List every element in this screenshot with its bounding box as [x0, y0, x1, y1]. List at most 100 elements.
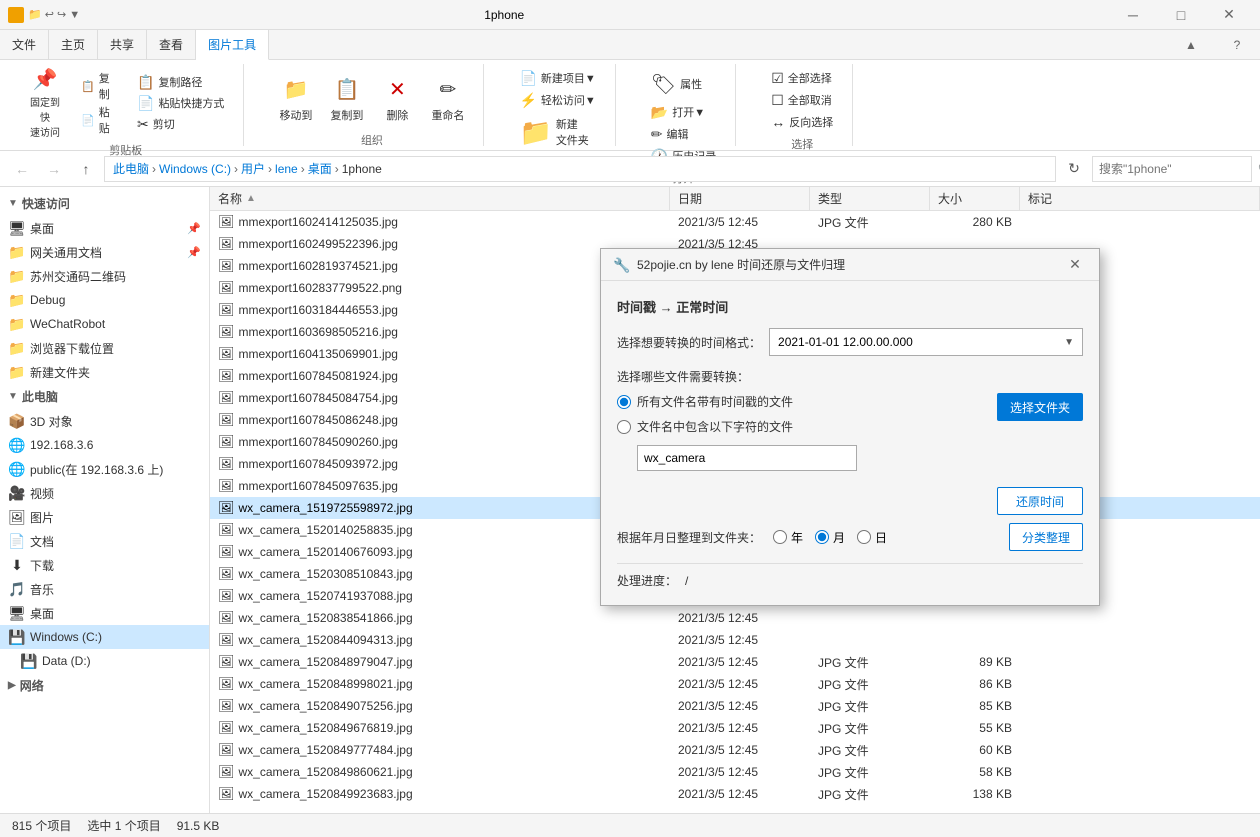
file-row[interactable]: 🖼wx_camera_1520849777484.jpg 2021/3/5 12…: [210, 739, 1260, 761]
radio-all-label[interactable]: 所有文件名带有时间戳的文件: [637, 393, 793, 410]
sidebar-item-debug[interactable]: 📁 Debug: [0, 288, 209, 312]
title-bar: 📁 ↩ ↪ ▼ 1phone ─ □ ✕: [0, 0, 1260, 30]
open-button[interactable]: 📂 打开▼: [644, 102, 712, 122]
clipboard-col: 📋 复制 📄 粘贴: [74, 70, 126, 136]
network-header[interactable]: ▶ 网络: [0, 673, 209, 698]
select-folder-button[interactable]: 选择文件夹: [997, 393, 1083, 421]
rename-icon: ✏: [432, 73, 464, 105]
easy-access-button[interactable]: ⚡ 轻松访问▼: [512, 90, 602, 110]
new-folder-button[interactable]: 📁 新建文件夹: [512, 114, 595, 150]
file-row[interactable]: 🖼wx_camera_1520844094313.jpg 2021/3/5 12…: [210, 629, 1260, 651]
radio-month-input[interactable]: [815, 530, 829, 544]
filter-input[interactable]: [637, 445, 857, 471]
col-header-size[interactable]: 大小: [930, 187, 1020, 211]
sidebar-item-browser-download[interactable]: 📁 浏览器下载位置: [0, 336, 209, 360]
copy-path-button[interactable]: 📋 复制路径: [130, 72, 231, 92]
radio-contains[interactable]: [617, 420, 631, 434]
sidebar-item-suzhou[interactable]: 📁 苏州交通码二维码: [0, 264, 209, 288]
sidebar-item-documents[interactable]: 📄 文档: [0, 529, 209, 553]
dialog-close-button[interactable]: ✕: [1063, 253, 1087, 277]
file-row[interactable]: 🖼wx_camera_1520848979047.jpg 2021/3/5 12…: [210, 651, 1260, 673]
radio-all-timestamps[interactable]: [617, 395, 631, 409]
move-to-button[interactable]: 📁 移动到: [272, 68, 319, 128]
sidebar-item-gateway[interactable]: 📁 网关通用文档 📌: [0, 240, 209, 264]
tab-home[interactable]: 主页: [49, 30, 98, 59]
maximize-button[interactable]: □: [1158, 0, 1204, 30]
this-pc-header[interactable]: ▼ 此电脑: [0, 384, 209, 409]
minimize-button[interactable]: ─: [1110, 0, 1156, 30]
radio-year-input[interactable]: [773, 530, 787, 544]
copy-path-icon: 📋: [137, 74, 154, 91]
progress-label: 处理进度：: [617, 572, 677, 589]
sidebar-item-new-folder[interactable]: 📁 新建文件夹: [0, 360, 209, 384]
col-header-date[interactable]: 日期: [670, 187, 810, 211]
quick-access-header[interactable]: ▼ 快速访问: [0, 191, 209, 216]
col-header-name[interactable]: 名称 ▲: [210, 187, 670, 211]
tab-file[interactable]: 文件: [0, 30, 49, 59]
delete-button[interactable]: ✕ 删除: [374, 68, 420, 128]
sidebar-item-wechatrobot[interactable]: 📁 WeChatRobot: [0, 312, 209, 336]
restore-time-button[interactable]: 还原时间: [997, 487, 1083, 515]
tab-view[interactable]: 查看: [147, 30, 196, 59]
paste-button[interactable]: 📄 粘贴: [74, 104, 126, 136]
radio-day-input[interactable]: [857, 530, 871, 544]
file-date: 2021/3/5 12:45: [670, 611, 810, 625]
file-row[interactable]: 🖼wx_camera_1520849676819.jpg 2021/3/5 12…: [210, 717, 1260, 739]
file-row[interactable]: 🖼wx_camera_1520849075256.jpg 2021/3/5 12…: [210, 695, 1260, 717]
format-select[interactable]: 2021-01-01 12.00.00.000 ▼: [769, 328, 1083, 356]
path-drive[interactable]: Windows (C:): [159, 162, 231, 176]
file-row[interactable]: 🖼wx_camera_1520849860621.jpg 2021/3/5 12…: [210, 761, 1260, 783]
path-desktop[interactable]: 桌面: [308, 160, 332, 177]
sidebar-item-desktop2[interactable]: 🖥 桌面: [0, 601, 209, 625]
sidebar-item-public[interactable]: 🌐 public(在 192.168.3.6 上): [0, 457, 209, 481]
up-button[interactable]: ↑: [72, 155, 100, 183]
sidebar-item-pictures[interactable]: 🖼 图片: [0, 505, 209, 529]
pin-button[interactable]: 📌 固定到快速访问: [20, 68, 70, 138]
search-input[interactable]: [1099, 162, 1254, 176]
sidebar-item-windows-c[interactable]: 💾 Windows (C:): [0, 625, 209, 649]
paste-shortcut-button[interactable]: 📄 粘贴快捷方式: [130, 93, 231, 113]
sidebar-item-downloads[interactable]: ⬇ 下载: [0, 553, 209, 577]
tab-tools[interactable]: 图片工具: [196, 30, 269, 60]
path-users[interactable]: 用户: [241, 160, 265, 177]
ribbon-collapse[interactable]: ▲: [1168, 30, 1214, 60]
path-computer[interactable]: 此电脑: [113, 160, 149, 177]
ribbon-help[interactable]: ?: [1214, 30, 1260, 60]
copy-to-button[interactable]: 📋 复制到: [323, 68, 370, 128]
file-date: 2021/3/5 12:45: [670, 765, 810, 779]
file-row[interactable]: 🖼wx_camera_1520849923683.jpg 2021/3/5 12…: [210, 783, 1260, 805]
refresh-button[interactable]: ↻: [1060, 155, 1088, 183]
path-user[interactable]: lene: [275, 162, 298, 176]
new-item-button[interactable]: 📄 新建项目▼: [512, 68, 602, 88]
properties-button[interactable]: 🏷 属性: [644, 68, 709, 100]
sidebar-item-3d[interactable]: 📦 3D 对象: [0, 409, 209, 433]
radio-contains-label[interactable]: 文件名中包含以下字符的文件: [637, 418, 793, 435]
sidebar-item-desktop[interactable]: 🖥 桌面 📌: [0, 216, 209, 240]
col-header-type[interactable]: 类型: [810, 187, 930, 211]
select-all-button[interactable]: ☑ 全部选择: [764, 68, 839, 88]
forward-button[interactable]: →: [40, 155, 68, 183]
sidebar-item-music[interactable]: 🎵 音乐: [0, 577, 209, 601]
back-button[interactable]: ←: [8, 155, 36, 183]
sidebar-item-videos[interactable]: 🎥 视频: [0, 481, 209, 505]
address-path[interactable]: 此电脑 › Windows (C:) › 用户 › lene › 桌面 › 1p…: [104, 156, 1056, 182]
edit-button[interactable]: ✏ 编辑: [644, 124, 696, 144]
file-row[interactable]: 🖼wx_camera_1520838541866.jpg 2021/3/5 12…: [210, 607, 1260, 629]
tab-share[interactable]: 共享: [98, 30, 147, 59]
file-row[interactable]: 🖼mmexport1602414125035.jpg 2021/3/5 12:4…: [210, 211, 1260, 233]
cut-button[interactable]: ✂ 剪切: [130, 114, 231, 134]
copy-button[interactable]: 📋 复制: [74, 70, 126, 102]
invert-select-button[interactable]: ↔ 反向选择: [764, 112, 840, 132]
quick-access-label: 快速访问: [22, 195, 70, 212]
dialog-section-title: 时间戳 → 正常时间: [617, 297, 1083, 316]
select-none-button[interactable]: ☐ 全部取消: [764, 90, 839, 110]
sidebar-item-ip[interactable]: 🌐 192.168.3.6: [0, 433, 209, 457]
col-header-tag[interactable]: 标记: [1020, 187, 1260, 211]
sidebar-item-data-d[interactable]: 💾 Data (D:): [0, 649, 209, 673]
file-date: 2021/3/5 12:45: [670, 743, 810, 757]
quick-access-toolbar[interactable]: 📁 ↩ ↪ ▼: [28, 8, 80, 21]
close-button[interactable]: ✕: [1206, 0, 1252, 30]
file-row[interactable]: 🖼wx_camera_1520848998021.jpg 2021/3/5 12…: [210, 673, 1260, 695]
categorize-button[interactable]: 分类整理: [1009, 523, 1083, 551]
rename-button[interactable]: ✏ 重命名: [424, 68, 471, 128]
